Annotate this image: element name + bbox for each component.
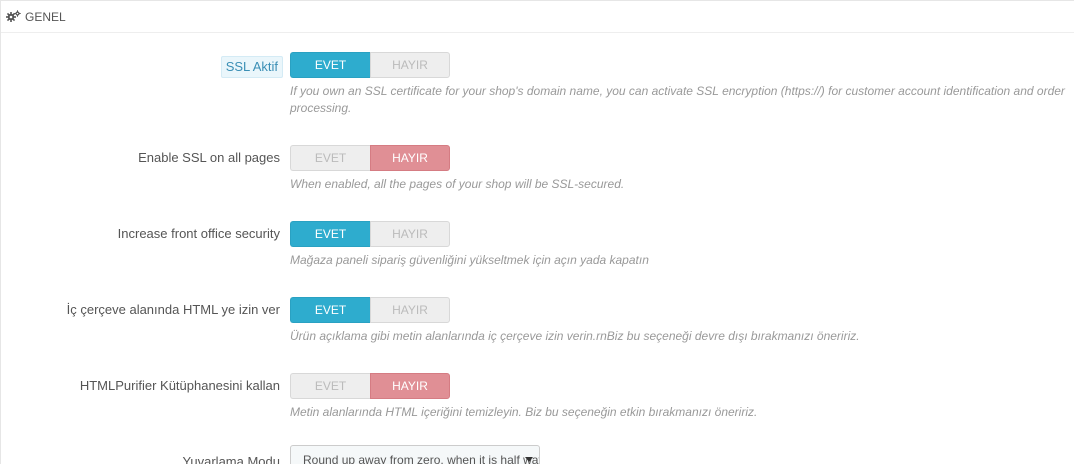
ssl-enabled-help: If you own an SSL certificate for your s… [290, 84, 1065, 115]
cogs-icon [6, 10, 22, 24]
allow-iframes-no-option[interactable]: HAYIR [370, 297, 450, 323]
setting-label-allow-iframes: İç çerçeve alanında HTML ye izin ver [66, 302, 280, 317]
setting-label-html-purifier: HTMLPurifier Kütüphanesini kallan [79, 378, 280, 393]
setting-label-front-office-security: Increase front office security [117, 226, 280, 241]
allow-iframes-yes-option[interactable]: EVET [290, 297, 370, 323]
allow-iframes-help: Ürün açıklama gibi metin alanlarında iç … [290, 329, 860, 343]
html-purifier-no-option[interactable]: HAYIR [370, 373, 450, 399]
front-office-security-no-option[interactable]: HAYIR [370, 221, 450, 247]
ssl-all-pages-help: When enabled, all the pages of your shop… [290, 177, 625, 191]
setting-label-ssl-all-pages: Enable SSL on all pages [138, 150, 280, 165]
rounding-mode-select[interactable]: Round up away from zero, when it is half… [290, 445, 540, 464]
ssl-enabled-yes-option[interactable]: EVET [290, 52, 370, 78]
ssl-enabled-switch[interactable]: EVET HAYIR [290, 52, 450, 78]
caret-down-icon [525, 457, 533, 462]
ssl-all-pages-no-option[interactable]: HAYIR [370, 145, 450, 171]
front-office-security-yes-option[interactable]: EVET [290, 221, 370, 247]
panel-heading: GENEL [1, 1, 1074, 33]
setting-label-ssl-enabled: SSL Aktif [220, 56, 283, 78]
rounding-mode-selected-value: Round up away from zero, when it is half… [303, 453, 539, 464]
ssl-all-pages-switch[interactable]: EVET HAYIR [290, 145, 450, 171]
panel-title: GENEL [25, 9, 66, 24]
html-purifier-yes-option[interactable]: EVET [290, 373, 370, 399]
ssl-enabled-no-option[interactable]: HAYIR [370, 52, 450, 78]
html-purifier-help: Metin alanlarında HTML içeriğini temizle… [290, 405, 758, 419]
allow-iframes-switch[interactable]: EVET HAYIR [290, 297, 450, 323]
settings-panel: GENEL SSL Aktif EVET HAYIR If you own an… [0, 0, 1074, 464]
ssl-all-pages-yes-option[interactable]: EVET [290, 145, 370, 171]
front-office-security-switch[interactable]: EVET HAYIR [290, 221, 450, 247]
setting-label-rounding-mode: Yuvarlama Modu [182, 454, 280, 464]
front-office-security-help: Mağaza paneli sipariş güvenliğini yüksel… [290, 253, 649, 267]
html-purifier-switch[interactable]: EVET HAYIR [290, 373, 450, 399]
